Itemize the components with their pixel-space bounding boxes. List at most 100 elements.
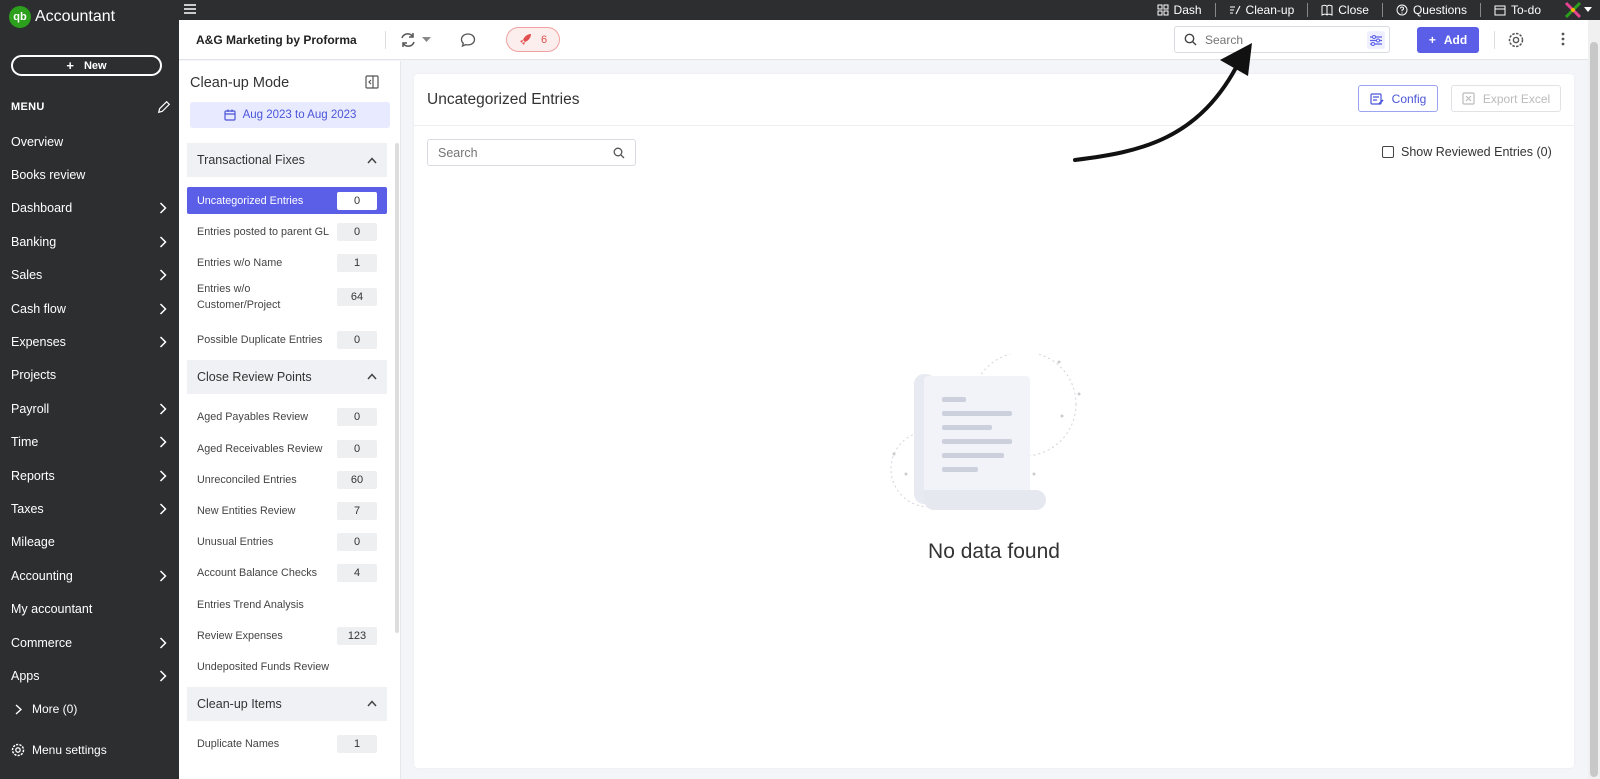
- cleanup-item-label: Unusual Entries: [197, 536, 274, 549]
- add-button[interactable]: + Add: [1417, 27, 1479, 53]
- nav-item[interactable]: Apps: [0, 659, 179, 692]
- sync-icon[interactable]: [399, 31, 417, 49]
- nav-item[interactable]: Dashboard: [0, 192, 179, 225]
- nav-item[interactable]: Projects: [0, 359, 179, 392]
- cleanup-item[interactable]: Aged Payables Review 0: [187, 404, 387, 431]
- cleanup-item[interactable]: Aged Receivables Review 0: [187, 435, 387, 462]
- cleanup-item[interactable]: Review Expenses 123: [187, 622, 387, 649]
- chevron-up-icon[interactable]: [367, 373, 377, 380]
- nav-item-label: Taxes: [11, 501, 44, 516]
- top-link-questions[interactable]: Questions: [1383, 3, 1481, 17]
- alert-badge[interactable]: 6: [506, 27, 560, 52]
- nav-item[interactable]: Mileage: [0, 526, 179, 559]
- cleanup-item[interactable]: New Entities Review 7: [187, 497, 387, 524]
- more-label: More (0): [32, 702, 78, 716]
- nav-item-label: Dashboard: [11, 201, 73, 216]
- company-name[interactable]: A&G Marketing by Proforma: [196, 33, 357, 47]
- entries-search-input[interactable]: [438, 145, 588, 160]
- cleanup-item[interactable]: Entries w/o Customer/Project 64: [187, 278, 387, 316]
- chevron-up-icon[interactable]: [367, 156, 377, 164]
- top-bar: Dash Clean-up Close Questions To-do: [179, 0, 1600, 20]
- cleanup-item[interactable]: Unusual Entries 0: [187, 529, 387, 556]
- kebab-menu-icon[interactable]: [1561, 32, 1565, 46]
- chevron-right-icon: [159, 303, 167, 315]
- config-icon: [1370, 92, 1384, 105]
- entries-search[interactable]: [427, 139, 636, 166]
- chevron-right-icon: [15, 703, 22, 715]
- gear-icon[interactable]: [1507, 31, 1525, 49]
- cleanup-item-label: Uncategorized Entries: [197, 194, 304, 207]
- panel-scrollbar[interactable]: [395, 143, 399, 633]
- nav-item[interactable]: Time: [0, 426, 179, 459]
- cleanup-title: Clean-up Mode: [190, 75, 290, 91]
- chevron-right-icon: [159, 436, 167, 448]
- nav-item[interactable]: Payroll: [0, 392, 179, 425]
- nav-item[interactable]: Books review: [0, 158, 179, 191]
- broom-icon: [1229, 4, 1241, 16]
- nav-item[interactable]: My accountant: [0, 592, 179, 625]
- cleanup-item[interactable]: Entries w/o Name 1: [187, 249, 387, 276]
- menu-settings[interactable]: Menu settings: [10, 742, 107, 758]
- top-link-close[interactable]: Close: [1308, 3, 1383, 17]
- filter-settings-icon[interactable]: [1367, 31, 1385, 49]
- cleanup-item[interactable]: Entries Trend Analysis: [187, 591, 387, 618]
- nav-item[interactable]: Accounting: [0, 559, 179, 592]
- grid-icon: [1157, 4, 1169, 16]
- cleanup-item[interactable]: Account Balance Checks 4: [187, 560, 387, 587]
- caret-down-icon[interactable]: [422, 37, 431, 43]
- section-header[interactable]: Transactional Fixes: [187, 143, 387, 177]
- count-badge: 0: [337, 533, 377, 552]
- nav-item[interactable]: Cash flow: [0, 292, 179, 325]
- cleanup-item[interactable]: Possible Duplicate Entries 0: [187, 327, 387, 354]
- collapse-panel-icon[interactable]: [365, 75, 379, 89]
- gear-icon: [11, 743, 25, 757]
- cleanup-item[interactable]: Unreconciled Entries 60: [187, 466, 387, 493]
- top-link-label: Close: [1338, 3, 1369, 17]
- nav-item-label: Accounting: [11, 568, 73, 583]
- top-link-label: To-do: [1510, 3, 1541, 17]
- brand[interactable]: qb Accountant: [0, 0, 179, 34]
- excel-icon: [1462, 92, 1475, 105]
- nav-item[interactable]: Sales: [0, 259, 179, 292]
- config-label: Config: [1391, 91, 1427, 106]
- chevron-right-icon: [159, 470, 167, 482]
- chevron-up-icon[interactable]: [367, 700, 377, 707]
- nav-item-label: My accountant: [11, 602, 93, 617]
- top-link-to-do[interactable]: To-do: [1481, 3, 1554, 17]
- new-button[interactable]: + New: [11, 55, 162, 76]
- nav-item[interactable]: Overview: [0, 125, 179, 158]
- date-range-picker[interactable]: Aug 2023 to Aug 2023: [190, 102, 390, 128]
- section-title: Transactional Fixes: [197, 153, 305, 167]
- count-badge: 7: [337, 501, 377, 520]
- top-link-clean-up[interactable]: Clean-up: [1216, 3, 1309, 17]
- top-link-label: Clean-up: [1245, 3, 1295, 17]
- cleanup-item[interactable]: Entries posted to parent GL 0: [187, 218, 387, 245]
- top-link-dash[interactable]: Dash: [1144, 3, 1216, 17]
- cleanup-item[interactable]: Undeposited Funds Review: [187, 653, 387, 680]
- nav-item[interactable]: Taxes: [0, 492, 179, 525]
- app-logo[interactable]: [1564, 1, 1592, 19]
- chat-icon[interactable]: [460, 32, 476, 48]
- header-search-input[interactable]: [1205, 32, 1355, 47]
- show-reviewed-checkbox[interactable]: [1382, 146, 1394, 158]
- scrollbar-thumb[interactable]: [1590, 42, 1598, 777]
- page-scrollbar[interactable]: [1588, 20, 1600, 779]
- cleanup-item[interactable]: Uncategorized Entries 0: [187, 187, 387, 214]
- header-search[interactable]: [1174, 26, 1390, 53]
- plus-icon: +: [66, 58, 74, 73]
- hamburger-icon[interactable]: [183, 2, 197, 16]
- nav-item[interactable]: Commerce: [0, 626, 179, 659]
- more-nav-item[interactable]: More (0): [15, 702, 77, 716]
- pencil-icon[interactable]: [157, 100, 171, 114]
- config-button[interactable]: Config: [1358, 85, 1438, 112]
- cleanup-item[interactable]: Duplicate Names 1: [187, 731, 387, 758]
- count-badge: 60: [337, 470, 377, 489]
- nav-item[interactable]: Banking: [0, 225, 179, 258]
- nav-item[interactable]: Expenses: [0, 325, 179, 358]
- section-header[interactable]: Clean-up Items: [187, 686, 387, 721]
- export-excel-button[interactable]: Export Excel: [1451, 85, 1561, 112]
- divider: [385, 31, 386, 49]
- section-header[interactable]: Close Review Points: [187, 359, 387, 394]
- show-reviewed-toggle[interactable]: Show Reviewed Entries (0): [1382, 145, 1552, 159]
- nav-item[interactable]: Reports: [0, 459, 179, 492]
